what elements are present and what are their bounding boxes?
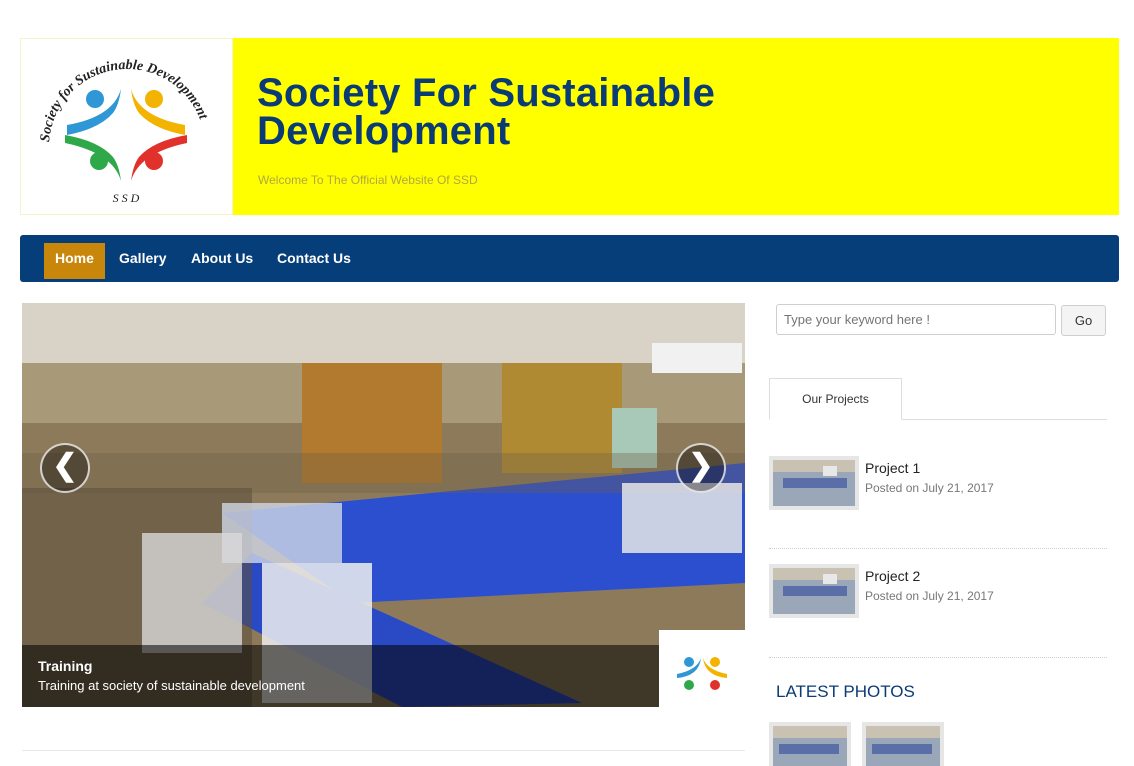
project-thumbnail[interactable] [769,456,859,510]
site-title[interactable]: Society For Sustainable Development [257,71,716,153]
project-date: Posted on July 21, 2017 [865,589,994,603]
slide-caption-text: Training at society of sustainable devel… [38,678,305,693]
nav-contact-us[interactable]: Contact Us [266,243,362,279]
latest-photo-thumbnail[interactable] [769,722,851,766]
slider-next-button[interactable]: ❯ [676,443,726,493]
latest-photos-heading: LATEST PHOTOS [776,682,915,701]
search-go-button[interactable]: Go [1061,305,1106,336]
site-title-line1: Society For Sustainable [257,71,716,115]
sidebar-tabs: Our Projects [769,378,1107,420]
slide-watermark-logo [659,630,745,707]
site-title-line2: Development [257,109,511,153]
content-divider [22,750,745,751]
project-title[interactable]: Project 2 [865,568,920,584]
header-banner: Society For Sustainable Development Welc… [233,38,1119,215]
chevron-left-icon: ❮ [52,449,78,482]
site-logo[interactable]: Society for Sustainable Development S S … [20,38,233,215]
project-title[interactable]: Project 1 [865,460,920,476]
project-thumbnail[interactable] [769,564,859,618]
project-date: Posted on July 21, 2017 [865,481,994,495]
project-item[interactable]: Project 2 Posted on July 21, 2017 [769,564,1107,654]
site-header: Society for Sustainable Development S S … [20,38,1119,215]
chevron-right-icon: ❯ [688,449,714,482]
nav-about-us[interactable]: About Us [180,243,264,279]
tab-our-projects[interactable]: Our Projects [769,378,902,420]
divider [769,657,1107,658]
nav-home[interactable]: Home [44,243,105,279]
divider [769,548,1107,549]
slider-prev-button[interactable]: ❮ [40,443,90,493]
main-nav: Home Gallery About Us Contact Us [20,235,1119,282]
search-input[interactable] [776,304,1056,335]
latest-photo-thumbnail[interactable] [862,722,944,766]
ssd-logo-graphic: Society for Sustainable Development S S … [38,58,211,205]
slide-caption-title: Training [38,658,93,674]
logo-initials: S S D [113,191,140,205]
project-item[interactable]: Project 1 Posted on July 21, 2017 [769,456,1107,546]
slide-caption: Training Training at society of sustaina… [22,645,745,707]
image-slider[interactable]: ❮ ❯ Training Training at society of sust… [22,303,745,707]
nav-gallery[interactable]: Gallery [108,243,177,279]
site-tagline: Welcome To The Official Website Of SSD [258,173,478,187]
